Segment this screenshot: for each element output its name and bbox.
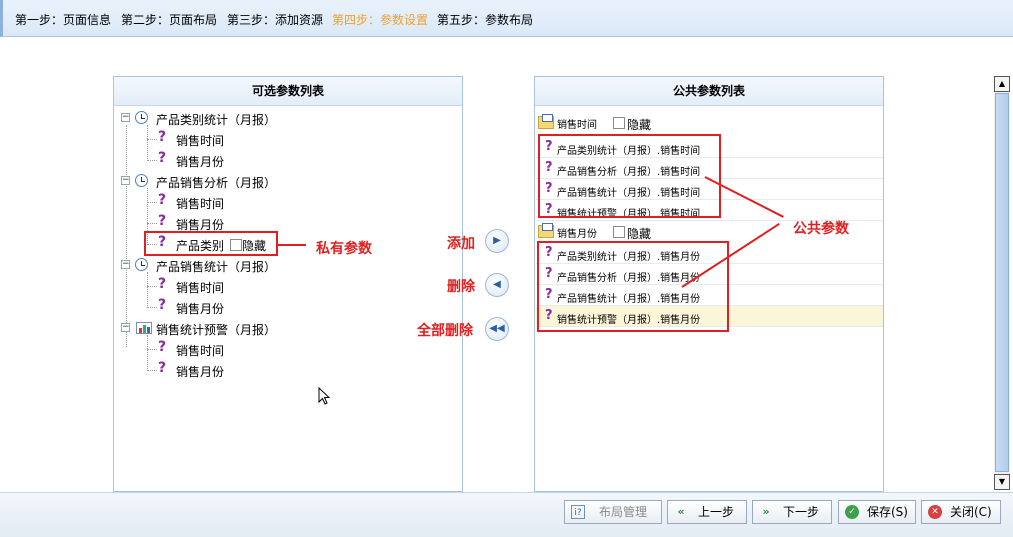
wizard-steps: 第一步：页面信息 第二步：页面布局 第三步：添加资源 第四步：参数设置 第五步：… bbox=[0, 0, 1013, 37]
add-button[interactable]: ▶ bbox=[485, 229, 509, 253]
delete-button[interactable]: ◀ bbox=[485, 273, 509, 297]
step-4-active[interactable]: 第四步：参数设置 bbox=[332, 11, 428, 28]
collapse-toggle[interactable]: − bbox=[121, 260, 130, 269]
public-group-label[interactable]: 销售月份 bbox=[557, 225, 597, 240]
delete-all-button[interactable]: ◀◀ bbox=[485, 317, 509, 341]
mouse-cursor-icon bbox=[318, 387, 331, 405]
check-icon: ✓ bbox=[845, 505, 859, 519]
tree-group-label[interactable]: 销售统计预警（月报） bbox=[156, 321, 276, 338]
collapse-toggle[interactable]: − bbox=[121, 113, 130, 122]
param-icon: ? bbox=[158, 297, 167, 313]
save-button[interactable]: ✓ 保存(S) bbox=[838, 500, 916, 524]
clock-icon bbox=[135, 174, 148, 187]
tree-item-label[interactable]: 销售月份 bbox=[176, 300, 224, 317]
param-icon: ? bbox=[158, 360, 167, 376]
scroll-up-icon[interactable]: ▲ bbox=[994, 76, 1010, 92]
delete-all-label: 全部删除 bbox=[417, 323, 473, 339]
tree-item-label[interactable]: 销售月份 bbox=[176, 153, 224, 170]
arrow-right-icon: ▶ bbox=[493, 235, 501, 246]
param-icon: ? bbox=[158, 150, 167, 166]
collapse-toggle[interactable]: − bbox=[121, 323, 130, 332]
tree-item-label[interactable]: 销售时间 bbox=[176, 132, 224, 149]
hide-checkbox[interactable] bbox=[613, 226, 625, 238]
step-2[interactable]: 第二步：页面布局 bbox=[121, 11, 217, 28]
add-label: 添加 bbox=[447, 236, 475, 252]
public-time-highlight bbox=[538, 134, 721, 218]
close-icon: ✕ bbox=[928, 505, 942, 519]
param-icon: ? bbox=[158, 276, 167, 292]
double-arrow-left-icon: ◀◀ bbox=[489, 323, 505, 334]
folder-icon bbox=[538, 114, 554, 129]
private-param-highlight bbox=[144, 231, 278, 256]
vertical-scrollbar[interactable]: ▲ ▼ bbox=[994, 76, 1010, 490]
param-icon: ? bbox=[158, 129, 167, 145]
step-5[interactable]: 第五步：参数布局 bbox=[437, 11, 533, 28]
hide-label: 隐藏 bbox=[627, 227, 652, 241]
clock-icon bbox=[135, 111, 148, 124]
param-icon: ? bbox=[158, 192, 167, 208]
private-param-annotation: 私有参数 bbox=[316, 241, 372, 257]
tree-item-label[interactable]: 销售时间 bbox=[176, 342, 224, 359]
layout-manage-button[interactable]: i? 布局管理 bbox=[564, 500, 662, 524]
optional-params-title: 可选参数列表 bbox=[114, 77, 462, 106]
step-3[interactable]: 第三步：添加资源 bbox=[227, 11, 323, 28]
step-1[interactable]: 第一步：页面信息 bbox=[15, 11, 111, 28]
optional-params-panel: 可选参数列表 − 产品类别统计（月报） ? 销售时间 ? 销售月份 − 产品销售… bbox=[113, 76, 463, 492]
arrow-left-icon: ◀ bbox=[493, 279, 501, 290]
param-icon: ? bbox=[158, 339, 167, 355]
tree-item-label[interactable]: 销售时间 bbox=[176, 195, 224, 212]
prev-step-button[interactable]: « 上一步 bbox=[667, 500, 747, 524]
hide-checkbox[interactable] bbox=[613, 117, 625, 129]
private-annotation-line bbox=[278, 244, 306, 246]
hide-label: 隐藏 bbox=[627, 118, 652, 132]
chart-icon bbox=[136, 322, 152, 334]
public-params-title: 公共参数列表 bbox=[535, 77, 883, 106]
back-arrow-icon: « bbox=[677, 505, 685, 518]
tree-item-label[interactable]: 销售月份 bbox=[176, 363, 224, 380]
folder-icon bbox=[538, 223, 554, 238]
param-icon: ? bbox=[158, 213, 167, 229]
public-param-annotation: 公共参数 bbox=[793, 221, 849, 237]
next-step-button[interactable]: » 下一步 bbox=[752, 500, 832, 524]
scroll-thumb[interactable] bbox=[995, 93, 1009, 472]
forward-arrow-icon: » bbox=[762, 505, 770, 518]
tree-group-label[interactable]: 产品销售统计（月报） bbox=[156, 258, 276, 275]
tree-item-label[interactable]: 销售时间 bbox=[176, 279, 224, 296]
layout-icon: i? bbox=[571, 505, 585, 519]
public-group-label[interactable]: 销售时间 bbox=[557, 116, 597, 131]
close-button[interactable]: ✕ 关闭(C) bbox=[921, 500, 1001, 524]
delete-label: 删除 bbox=[447, 279, 475, 295]
scroll-down-icon[interactable]: ▼ bbox=[994, 474, 1010, 490]
collapse-toggle[interactable]: − bbox=[121, 176, 130, 185]
tree-group-label[interactable]: 产品销售分析（月报） bbox=[156, 174, 276, 191]
clock-icon bbox=[135, 258, 148, 271]
tree-group-label[interactable]: 产品类别统计（月报） bbox=[156, 111, 276, 128]
public-month-highlight bbox=[537, 241, 729, 332]
